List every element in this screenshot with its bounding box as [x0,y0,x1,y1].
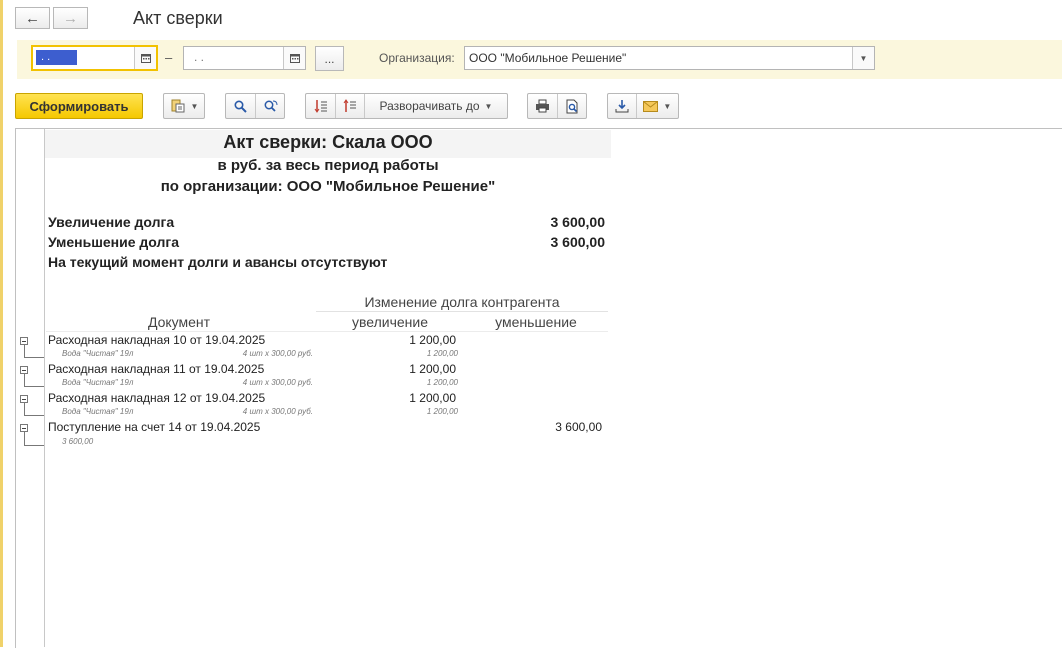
export-group: ▼ [607,93,679,119]
org-dropdown-button[interactable]: ▼ [852,47,874,69]
column-decrease-header: уменьшение [495,314,577,330]
print-icon [536,99,550,113]
date-separator: – [165,50,173,65]
search-next-icon [264,100,278,112]
header-bottom-divider [46,331,608,332]
row-sub-qty: 4 шт x 300,00 руб. [242,349,313,358]
dropdown-arrow-icon: ▼ [484,101,493,111]
tree-line [24,403,25,415]
print-preview-button[interactable] [557,94,586,118]
summary-decrease-value: 3 600,00 [550,234,606,250]
header-divider [316,311,608,312]
collapse-toggle[interactable] [20,424,28,432]
row-sub-item: Вода "Чистая" 19л [62,378,134,387]
summary-increase-label: Увеличение долга [48,214,175,230]
expand-all-button[interactable] [306,94,335,118]
collapse-all-button[interactable] [335,94,364,118]
tree-line [24,345,25,357]
collapse-toggle[interactable] [20,366,28,374]
dropdown-arrow-icon: ▼ [663,101,672,111]
row-document[interactable]: Расходная накладная 10 от 19.04.2025 [48,333,265,347]
variant-settings-icon [171,99,185,113]
print-button[interactable] [528,94,557,118]
row-increase: 1 200,00 [409,391,456,405]
row-sub-qty: 4 шт x 300,00 руб. [242,407,313,416]
envelope-icon [643,100,659,112]
date-from-field[interactable]: . . [31,45,158,71]
row-document[interactable]: Расходная накладная 11 от 19.04.2025 [48,362,264,376]
tree-line [24,374,25,386]
dropdown-arrow-icon: ▼ [190,101,199,111]
column-group-header: Изменение долга контрагента [364,294,560,310]
row-increase: 1 200,00 [409,362,456,376]
row-decrease: 3 600,00 [555,420,602,434]
expand-all-icon [314,100,327,113]
row-sub-item: Вода "Чистая" 19л [62,349,134,358]
back-button[interactable]: ← [15,7,50,29]
row-sub-qty: 4 шт x 300,00 руб. [242,378,313,387]
row-document[interactable]: Расходная накладная 12 от 19.04.2025 [48,391,265,405]
organization-select[interactable]: ООО "Мобильное Решение" ▼ [464,46,875,70]
chevron-down-icon: ▼ [859,53,868,63]
row-sub-sum: 1 200,00 [426,378,458,387]
find-next-button[interactable] [255,94,284,118]
report-title: Акт сверки: Скала ООО [223,132,433,152]
generate-button[interactable]: Сформировать [15,93,143,119]
row-sub-sum: 1 200,00 [426,407,458,416]
calendar-icon [289,54,300,63]
report-subtitle-period: в руб. за весь период работы [217,157,439,174]
calendar-from-button[interactable] [134,47,156,69]
column-increase-header: увеличение [351,314,428,330]
tree-line [24,386,44,387]
column-document-header: Документ [147,314,211,330]
calendar-icon [140,54,151,63]
report-gutter-line [44,129,45,647]
date-to-field[interactable]: . . [183,46,306,70]
org-value: ООО "Мобильное Решение" [469,51,627,65]
summary-status-line: На текущий момент долги и авансы отсутст… [48,254,388,270]
row-sub-sum: 1 200,00 [426,349,458,358]
arrow-left-icon: ← [25,9,40,27]
search-icon [234,99,247,113]
expand-to-button[interactable]: Разворачивать до ▼ [364,94,507,118]
send-email-button[interactable]: ▼ [635,94,678,118]
row-increase: 1 200,00 [409,333,456,347]
org-label: Организация: [379,51,455,65]
period-button-label: ... [324,51,335,66]
find-button[interactable] [226,94,255,118]
arrow-right-icon: → [63,9,78,27]
page-title: Акт сверки [133,8,223,28]
grouping-group: Разворачивать до ▼ [305,93,508,119]
summary-increase-value: 3 600,00 [550,214,606,230]
download-icon [615,100,629,113]
collapse-toggle[interactable] [20,395,28,403]
forward-button[interactable]: → [53,7,88,29]
date-to-value: . . [194,50,205,64]
collapse-all-icon [343,99,356,112]
tree-line [24,357,44,358]
period-select-button[interactable]: ... [315,46,344,71]
row-document[interactable]: Поступление на счет 14 от 19.04.2025 [48,420,260,434]
left-edge-strip [0,0,3,647]
settings-menu-button[interactable]: ▼ [163,93,205,119]
save-button[interactable] [608,94,636,118]
summary-decrease-label: Уменьшение долга [48,234,180,250]
row-sub-item: Вода "Чистая" 19л [62,407,134,416]
tree-line [24,415,44,416]
row-sub-item: 3 600,00 [62,437,94,446]
tree-line [24,432,25,445]
report-sheet [15,128,1062,648]
expand-to-label: Разворачивать до [379,99,480,113]
print-preview-icon [566,99,578,113]
collapse-toggle[interactable] [20,337,28,345]
print-group [527,93,587,119]
report-subtitle-org: по организации: ООО "Мобильное Решение" [160,178,496,195]
search-group [225,93,285,119]
date-from-value: . . [36,50,77,65]
calendar-to-button[interactable] [283,47,305,69]
tree-line [24,445,44,446]
